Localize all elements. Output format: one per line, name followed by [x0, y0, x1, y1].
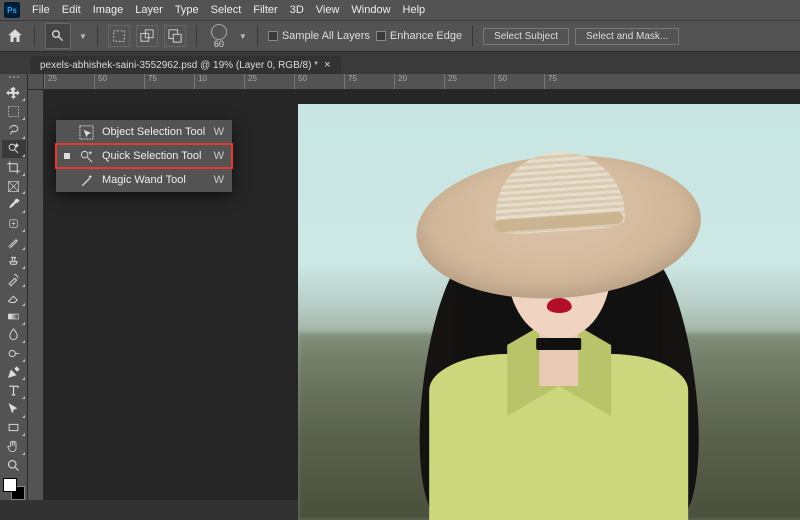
flyout-object-selection[interactable]: Object Selection Tool W: [56, 120, 232, 144]
crop-tool[interactable]: [2, 158, 26, 177]
flyout-shortcut: W: [214, 126, 224, 138]
pen-tool[interactable]: [2, 363, 26, 382]
ruler-mark: 75: [344, 74, 394, 89]
home-icon[interactable]: [6, 27, 24, 45]
flyout-label: Magic Wand Tool: [102, 174, 206, 186]
options-bar: ▼ 60 ▼ Sample All Layers Enhance Edge Se…: [0, 20, 800, 52]
ruler-mark: 10: [194, 74, 244, 89]
subtract-from-selection-button[interactable]: [164, 25, 186, 47]
sample-all-layers-checkbox[interactable]: Sample All Layers: [268, 30, 370, 42]
palette-grip[interactable]: [5, 76, 23, 82]
color-swatches[interactable]: [3, 478, 25, 500]
spot-healing-tool[interactable]: [2, 214, 26, 233]
ruler-mark: 50: [294, 74, 344, 89]
app-logo: Ps: [4, 2, 20, 18]
separator: [472, 25, 473, 47]
separator: [257, 25, 258, 47]
flyout-magic-wand[interactable]: Magic Wand Tool W: [56, 168, 232, 192]
select-subject-button[interactable]: Select Subject: [483, 28, 569, 45]
tool-palette: [0, 74, 28, 500]
menu-filter[interactable]: Filter: [247, 0, 283, 20]
menu-help[interactable]: Help: [397, 0, 432, 20]
new-selection-button[interactable]: [108, 25, 130, 47]
checkbox-label: Sample All Layers: [282, 30, 370, 42]
chevron-down-icon[interactable]: ▼: [239, 32, 247, 41]
ruler-mark: 25: [444, 74, 494, 89]
ruler-mark: 25: [244, 74, 294, 89]
horizontal-ruler[interactable]: 25 50 75 10 25 50 75 20 25 50 75: [44, 74, 800, 90]
foreground-color-swatch[interactable]: [3, 478, 17, 492]
separator: [196, 25, 197, 47]
menu-file[interactable]: File: [26, 0, 56, 20]
ruler-mark: 50: [94, 74, 144, 89]
menu-view[interactable]: View: [310, 0, 346, 20]
lasso-tool[interactable]: [2, 121, 26, 140]
blur-tool[interactable]: [2, 326, 26, 345]
gradient-tool[interactable]: [2, 307, 26, 326]
brush-size-value: 60: [214, 40, 224, 49]
menu-type[interactable]: Type: [169, 0, 205, 20]
document-canvas[interactable]: [298, 104, 800, 520]
flyout-shortcut: W: [214, 174, 224, 186]
type-tool[interactable]: [2, 381, 26, 400]
object-selection-icon: [78, 124, 94, 140]
checkbox-icon: [268, 31, 278, 41]
flyout-label: Quick Selection Tool: [102, 150, 206, 162]
checkbox-label: Enhance Edge: [390, 30, 462, 42]
document-tab[interactable]: pexels-abhishek-saini-3552962.psd @ 19% …: [30, 56, 341, 74]
ruler-mark: 50: [494, 74, 544, 89]
menu-image[interactable]: Image: [87, 0, 130, 20]
checkbox-icon: [376, 31, 386, 41]
ruler-origin[interactable]: [28, 74, 44, 90]
eyedropper-tool[interactable]: [2, 195, 26, 214]
frame-tool[interactable]: [2, 177, 26, 196]
brush-tool[interactable]: [2, 233, 26, 252]
ruler-mark: 75: [544, 74, 594, 89]
marquee-tool[interactable]: [2, 102, 26, 121]
separator: [97, 25, 98, 47]
brush-preview[interactable]: 60: [207, 24, 231, 49]
magic-wand-icon: [78, 172, 94, 188]
dodge-tool[interactable]: [2, 344, 26, 363]
history-brush-tool[interactable]: [2, 270, 26, 289]
brush-circle-icon: [211, 24, 227, 40]
flyout-label: Object Selection Tool: [102, 126, 206, 138]
document-tab-bar: pexels-abhishek-saini-3552962.psd @ 19% …: [0, 52, 800, 74]
menu-edit[interactable]: Edit: [56, 0, 87, 20]
menu-layer[interactable]: Layer: [129, 0, 169, 20]
add-to-selection-button[interactable]: [136, 25, 158, 47]
clone-stamp-tool[interactable]: [2, 251, 26, 270]
move-tool[interactable]: [2, 84, 26, 103]
separator: [34, 25, 35, 47]
enhance-edge-checkbox[interactable]: Enhance Edge: [376, 30, 462, 42]
menu-select[interactable]: Select: [205, 0, 248, 20]
ruler-mark: 20: [394, 74, 444, 89]
main-area: 25 50 75 10 25 50 75 20 25 50 75: [0, 74, 800, 500]
ruler-mark: 75: [144, 74, 194, 89]
zoom-tool[interactable]: [2, 456, 26, 475]
quick-selection-icon: [78, 148, 94, 164]
selected-indicator: [64, 153, 70, 159]
canvas-area: 25 50 75 10 25 50 75 20 25 50 75: [28, 74, 800, 500]
flyout-shortcut: W: [214, 150, 224, 162]
eraser-tool[interactable]: [2, 288, 26, 307]
path-selection-tool[interactable]: [2, 400, 26, 419]
ruler-mark: 25: [44, 74, 94, 89]
close-icon[interactable]: ×: [324, 59, 330, 71]
flyout-quick-selection[interactable]: Quick Selection Tool W: [56, 144, 232, 168]
quick-selection-tool[interactable]: [2, 140, 26, 159]
menu-window[interactable]: Window: [345, 0, 396, 20]
photo-subject: [397, 125, 721, 520]
active-tool-preset[interactable]: [45, 23, 71, 49]
chevron-down-icon[interactable]: ▼: [79, 32, 87, 41]
hand-tool[interactable]: [2, 437, 26, 456]
menu-bar: Ps File Edit Image Layer Type Select Fil…: [0, 0, 800, 20]
select-and-mask-button[interactable]: Select and Mask...: [575, 28, 679, 45]
document-tab-title: pexels-abhishek-saini-3552962.psd @ 19% …: [40, 60, 318, 71]
tool-flyout-menu: Object Selection Tool W Quick Selection …: [56, 120, 232, 192]
rectangle-tool[interactable]: [2, 419, 26, 438]
menu-3d[interactable]: 3D: [284, 0, 310, 20]
vertical-ruler[interactable]: [28, 90, 44, 500]
